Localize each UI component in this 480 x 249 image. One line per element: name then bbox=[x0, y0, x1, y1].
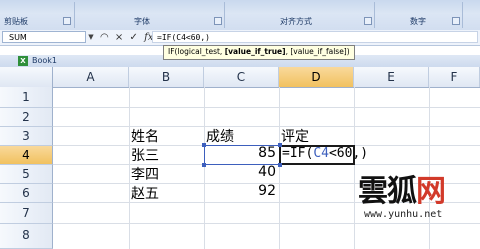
cell-b6[interactable]: 赵五 bbox=[131, 183, 159, 203]
workbook-title: Book1 bbox=[32, 56, 57, 65]
edit-prefix: =IF( bbox=[282, 146, 314, 161]
watermark-brand: 雲狐网 bbox=[358, 174, 446, 209]
reference-handle[interactable] bbox=[202, 163, 206, 167]
function-tooltip: IF(logical_test, [value_if_true], [value… bbox=[163, 45, 355, 60]
tooltip-current-arg[interactable]: [value_if_true] bbox=[225, 47, 286, 56]
row-header-8[interactable]: 8 bbox=[0, 224, 53, 249]
reference-handle[interactable] bbox=[202, 143, 206, 147]
column-header-f[interactable]: F bbox=[429, 67, 480, 87]
ribbon-group-font: 字体 bbox=[134, 17, 150, 26]
edit-suffix: <60,) bbox=[328, 146, 369, 161]
chevron-down-icon[interactable]: ▼ bbox=[86, 31, 96, 43]
cell-d4-editing[interactable]: =IF(C4<60,) bbox=[282, 146, 368, 161]
ribbon: 剪贴板 字体 对齐方式 数字 bbox=[0, 0, 480, 31]
row-header-5[interactable]: 5 bbox=[0, 165, 53, 184]
cell-b5[interactable]: 李四 bbox=[131, 164, 159, 184]
expand-icon[interactable]: ◠ bbox=[100, 32, 109, 43]
row-header-2[interactable]: 2 bbox=[0, 108, 53, 127]
gridline bbox=[354, 87, 355, 249]
ribbon-divider bbox=[224, 2, 225, 28]
formula-bar: SUM ▼ ◠ × ✓ fx =IF(C4<60,) bbox=[0, 30, 480, 46]
gridline bbox=[53, 107, 480, 108]
watermark-brand-red: 网 bbox=[416, 174, 446, 209]
gridline bbox=[429, 87, 430, 249]
font-launcher-icon[interactable] bbox=[214, 17, 222, 25]
watermark-url: www.yunhu.net bbox=[364, 209, 443, 220]
row-header-6[interactable]: 6 bbox=[0, 184, 53, 203]
gridline bbox=[53, 223, 480, 224]
ribbon-group-alignment: 对齐方式 bbox=[280, 17, 312, 26]
column-header-c[interactable]: C bbox=[204, 67, 279, 87]
cell-b3[interactable]: 姓名 bbox=[131, 126, 159, 146]
alignment-launcher-icon[interactable] bbox=[364, 17, 372, 25]
ribbon-controls-area bbox=[0, 0, 480, 14]
ribbon-divider bbox=[74, 2, 75, 28]
enter-icon[interactable]: ✓ bbox=[130, 32, 138, 43]
gridline bbox=[53, 126, 480, 127]
clipboard-launcher-icon[interactable] bbox=[63, 17, 71, 25]
watermark: 雲狐网 www.yunhu.net bbox=[358, 174, 446, 221]
row-header-1[interactable]: 1 bbox=[0, 87, 53, 108]
formula-input[interactable]: =IF(C4<60,) bbox=[152, 31, 478, 43]
spreadsheet-grid[interactable]: A B C D E F 1 2 3 4 5 6 7 8 姓名 成绩 评定 张三 … bbox=[0, 67, 480, 249]
cell-c5[interactable]: 40 bbox=[204, 164, 276, 180]
cell-c3[interactable]: 成绩 bbox=[206, 126, 234, 146]
ribbon-divider bbox=[462, 2, 463, 28]
column-header-d[interactable]: D bbox=[279, 67, 354, 87]
watermark-brand-black: 雲狐 bbox=[358, 174, 417, 209]
formula-reference-highlight bbox=[204, 145, 280, 165]
column-header-b[interactable]: B bbox=[129, 67, 204, 87]
tooltip-prefix: IF(logical_test, bbox=[168, 47, 225, 56]
tooltip-suffix: , [value_if_false]) bbox=[285, 47, 350, 56]
cell-d3[interactable]: 评定 bbox=[281, 126, 309, 146]
row-header-4[interactable]: 4 bbox=[0, 146, 53, 165]
number-launcher-icon[interactable] bbox=[452, 17, 460, 25]
gridline bbox=[129, 87, 130, 249]
column-header-e[interactable]: E bbox=[354, 67, 429, 87]
column-header-row: A B C D E F bbox=[0, 67, 480, 88]
ribbon-group-clipboard: 剪贴板 bbox=[4, 17, 28, 26]
gridline bbox=[279, 87, 280, 249]
ribbon-divider bbox=[374, 2, 375, 28]
ribbon-group-number: 数字 bbox=[410, 17, 426, 26]
row-header-7[interactable]: 7 bbox=[0, 203, 53, 224]
row-header-3[interactable]: 3 bbox=[0, 127, 53, 146]
excel-icon: X bbox=[18, 56, 28, 66]
reference-handle[interactable] bbox=[278, 163, 282, 167]
cell-b4[interactable]: 张三 bbox=[131, 145, 159, 165]
column-header-a[interactable]: A bbox=[53, 67, 129, 87]
select-all-corner[interactable] bbox=[0, 67, 53, 87]
cell-c6[interactable]: 92 bbox=[204, 183, 276, 199]
name-box[interactable]: SUM bbox=[2, 31, 86, 43]
formula-buttons: ◠ × ✓ fx bbox=[100, 30, 156, 45]
cancel-icon[interactable]: × bbox=[115, 32, 123, 43]
edit-ref: C4 bbox=[313, 146, 329, 161]
